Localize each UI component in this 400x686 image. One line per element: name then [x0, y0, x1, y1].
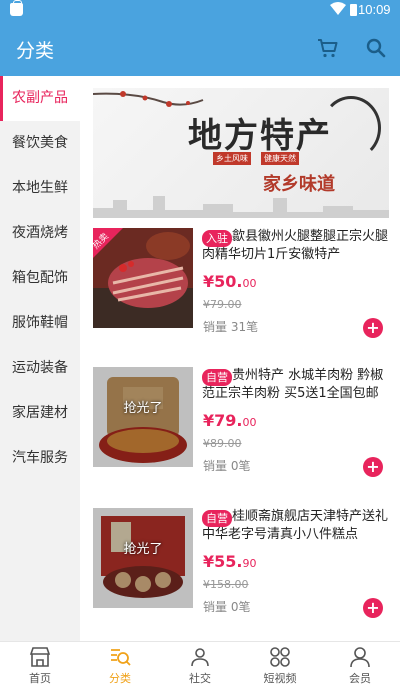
status-time: 10:09 — [358, 2, 391, 17]
product-image-mutton-noodle: 抢光了 — [93, 367, 193, 467]
original-price: ¥158.00 — [203, 578, 249, 591]
sidebar-item-agri[interactable]: 农副产品 — [0, 76, 80, 121]
category-search-icon — [111, 649, 131, 666]
product-price: ¥79.00 — [203, 411, 257, 430]
sidebar-item-auto[interactable]: 汽车服务 — [0, 436, 80, 481]
battery-icon — [350, 4, 357, 16]
tab-home[interactable]: 首页 — [0, 642, 80, 685]
sidebar-item-bags[interactable]: 箱包配饰 — [0, 256, 80, 301]
tab-social[interactable]: 社交 — [160, 642, 240, 685]
cart-icon[interactable] — [316, 36, 340, 60]
sidebar-item-fresh[interactable]: 本地生鲜 — [0, 166, 80, 211]
add-to-cart-button[interactable]: + — [363, 318, 383, 338]
product-card[interactable]: 抢光了 自营 贵州特产 水城羊肉粉 黔椒范正宗羊肉粉 买5送1全国包邮 ¥79.… — [93, 367, 393, 477]
product-card[interactable]: 抢光了 自营 桂顺斋旗舰店天津特产送礼 中华老字号清真小八件糕点 ¥55.90 … — [93, 508, 393, 618]
product-image-pastry: 抢光了 — [93, 508, 193, 608]
product-name: 贵州特产 水城羊肉粉 黔椒范正宗羊肉粉 买5送1全国包邮 — [202, 368, 384, 401]
shopping-bag-icon — [10, 0, 23, 16]
sidebar-item-bbq[interactable]: 夜酒烧烤 — [0, 211, 80, 256]
sidebar-item-apparel[interactable]: 服饰鞋帽 — [0, 301, 80, 346]
wifi-icon — [330, 2, 346, 15]
tab-short-video[interactable]: 短视频 — [240, 642, 320, 685]
original-price: ¥89.00 — [203, 437, 242, 450]
bottom-tab-bar: 首页 分类 社交 短视频 会员 — [0, 641, 400, 685]
add-to-cart-button[interactable]: + — [363, 457, 383, 477]
tab-member[interactable]: 会员 — [320, 642, 400, 685]
sold-out-label: 抢光了 — [123, 401, 163, 416]
user-icon — [350, 647, 370, 668]
store-icon — [29, 647, 51, 667]
sales-count: 销量 0笔 — [203, 459, 251, 473]
sold-out-label: 抢光了 — [123, 542, 163, 557]
app-bar: 分类 — [0, 20, 400, 76]
sidebar-item-food[interactable]: 餐饮美食 — [0, 121, 80, 166]
grid-circles-icon — [270, 647, 290, 667]
sales-count: 销量 0笔 — [203, 600, 251, 614]
product-card[interactable]: 热卖 入驻 歙县徽州火腿整腿正宗火腿肉精华切片1斤安徽特产 ¥50.00 ¥79… — [93, 228, 393, 338]
product-price: ¥50.00 — [203, 272, 257, 291]
product-price: ¥55.90 — [203, 552, 257, 571]
product-name: 桂顺斋旗舰店天津特产送礼 中华老字号清真小八件糕点 — [202, 509, 389, 542]
status-bar: 10:09 — [0, 0, 400, 20]
promo-banner[interactable]: 地方特产 乡土风味 健康天然 家乡味道 — [93, 88, 389, 218]
category-sidebar: 农副产品 餐饮美食 本地生鲜 夜酒烧烤 箱包配饰 服饰鞋帽 运动装备 家居建材 … — [0, 76, 80, 641]
sidebar-item-sports[interactable]: 运动装备 — [0, 346, 80, 391]
banner-tag: 乡土风味 — [213, 152, 251, 165]
product-image-ham: 热卖 — [93, 228, 193, 328]
tab-category[interactable]: 分类 — [80, 642, 160, 685]
product-name: 歙县徽州火腿整腿正宗火腿肉精华切片1斤安徽特产 — [202, 229, 389, 262]
banner-title: 地方特产 — [188, 116, 332, 156]
banner-tag: 健康天然 — [261, 152, 299, 165]
original-price: ¥79.00 — [203, 298, 242, 311]
city-skyline-illustration — [93, 196, 389, 218]
people-icon — [191, 648, 209, 667]
search-icon[interactable] — [364, 36, 388, 60]
sidebar-item-home[interactable]: 家居建材 — [0, 391, 80, 436]
page-title: 分类 — [16, 40, 55, 62]
sales-count: 销量 31笔 — [203, 320, 259, 334]
add-to-cart-button[interactable]: + — [363, 598, 383, 618]
